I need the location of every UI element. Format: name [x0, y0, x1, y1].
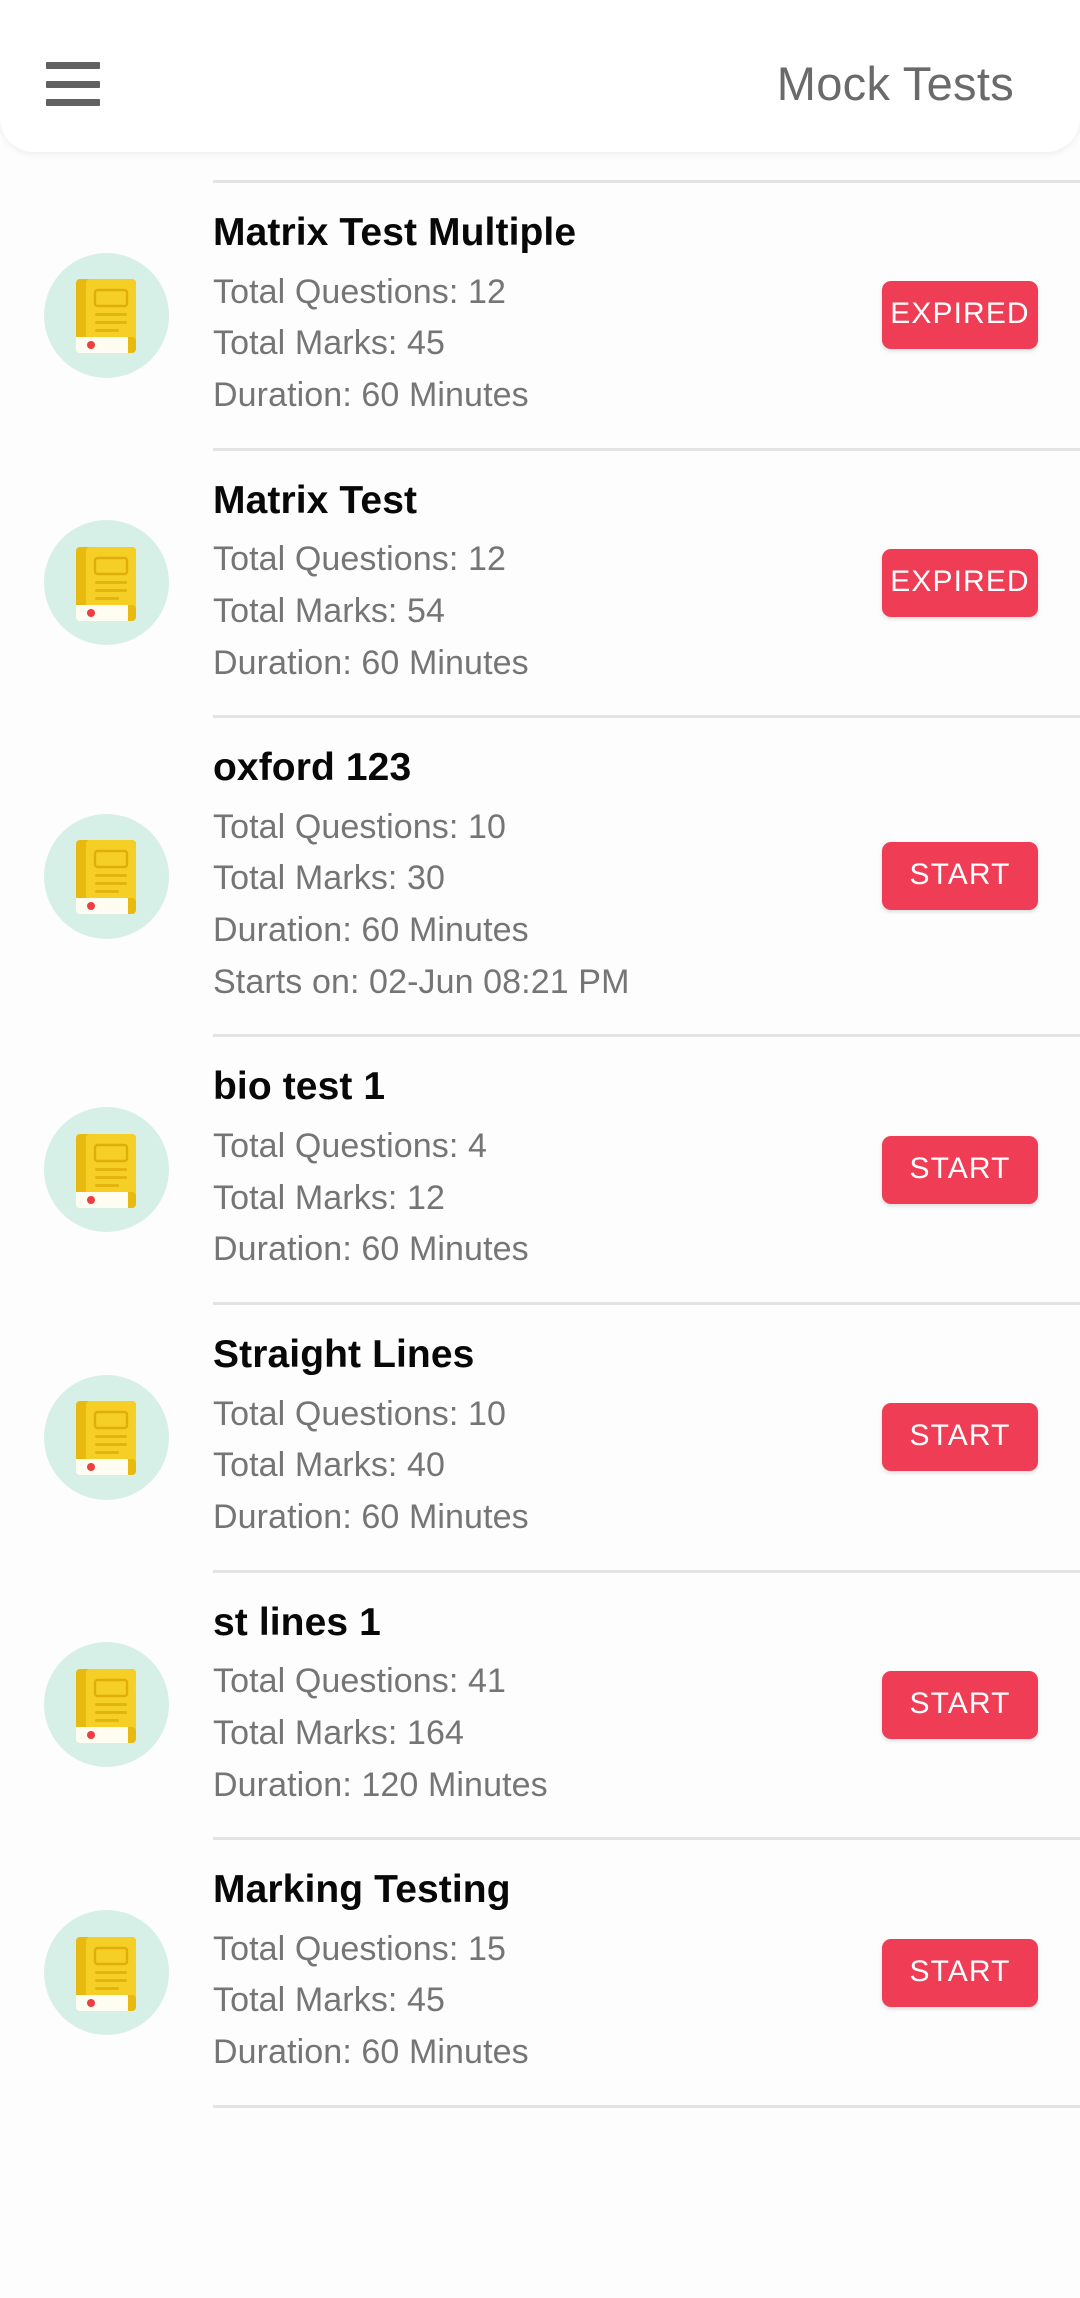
test-duration: Duration: 60 Minutes: [213, 375, 529, 414]
test-info: Straight Lines Total Questions: 10 Total…: [213, 1305, 848, 1570]
hamburger-menu-icon[interactable]: [46, 62, 100, 106]
test-info: oxford 123 Total Questions: 10 Total Mar…: [213, 718, 848, 1034]
book-icon: [75, 1936, 136, 2011]
test-action-cell: EXPIRED: [848, 281, 1080, 350]
book-icon: [75, 840, 136, 915]
test-action-button[interactable]: START: [882, 1938, 1038, 2007]
test-info: Matrix Test Total Questions: 12 Total Ma…: [213, 451, 848, 716]
table-row[interactable]: st lines 1 Total Questions: 41 Total Mar…: [0, 1573, 1080, 1838]
test-icon-cell: [0, 1107, 213, 1233]
icon-circle-background: [44, 1910, 169, 2036]
test-action-button[interactable]: EXPIRED: [882, 548, 1038, 617]
icon-circle-background: [44, 1374, 169, 1500]
test-name: bio test 1: [213, 1065, 386, 1109]
table-row[interactable]: Matrix Test Multiple Total Questions: 12…: [0, 183, 1080, 448]
test-action-cell: START: [848, 842, 1080, 911]
table-row[interactable]: bio test 1 Total Questions: 4 Total Mark…: [0, 1037, 1080, 1302]
test-action-button[interactable]: EXPIRED: [882, 281, 1038, 350]
test-total-marks: Total Marks: 12: [213, 1178, 446, 1217]
test-total-questions: Total Questions: 41: [213, 1662, 506, 1701]
hamburger-bar-1: [46, 62, 100, 69]
book-icon: [75, 1401, 136, 1476]
test-name: oxford 123: [213, 746, 412, 790]
test-action-cell: START: [848, 1670, 1080, 1739]
page-title: Mock Tests: [776, 56, 1014, 110]
hamburger-bar-3: [46, 99, 100, 106]
test-icon-cell: [0, 813, 213, 939]
table-row[interactable]: oxford 123 Total Questions: 10 Total Mar…: [0, 718, 1080, 1034]
icon-circle-background: [44, 520, 169, 646]
test-action-button[interactable]: START: [882, 1403, 1038, 1472]
test-duration: Duration: 60 Minutes: [213, 643, 529, 682]
icon-circle-background: [44, 1642, 169, 1768]
book-icon: [75, 1133, 136, 1208]
list-divider: [213, 2104, 1080, 2108]
test-total-questions: Total Questions: 4: [213, 1127, 487, 1166]
book-icon: [75, 1668, 136, 1743]
mock-test-list: Matrix Test Multiple Total Questions: 12…: [0, 152, 1080, 2108]
test-action-cell: START: [848, 1403, 1080, 1472]
icon-circle-background: [44, 1107, 169, 1233]
test-info: st lines 1 Total Questions: 41 Total Mar…: [213, 1573, 848, 1838]
icon-circle-background: [44, 813, 169, 939]
test-icon-cell: [0, 520, 213, 646]
test-duration: Duration: 60 Minutes: [213, 1497, 529, 1536]
test-total-marks: Total Marks: 45: [213, 324, 446, 363]
table-row[interactable]: Straight Lines Total Questions: 10 Total…: [0, 1305, 1080, 1570]
test-name: st lines 1: [213, 1600, 381, 1644]
app-header: Mock Tests: [0, 0, 1080, 152]
book-icon: [75, 279, 136, 354]
hamburger-bar-2: [46, 80, 100, 88]
test-duration: Duration: 60 Minutes: [213, 1230, 529, 1269]
test-total-questions: Total Questions: 12: [213, 540, 506, 579]
test-action-cell: EXPIRED: [848, 548, 1080, 617]
icon-circle-background: [44, 252, 169, 378]
test-name: Matrix Test Multiple: [213, 211, 577, 254]
test-total-questions: Total Questions: 12: [213, 272, 506, 311]
test-icon-cell: [0, 1642, 213, 1768]
test-icon-cell: [0, 1910, 213, 2036]
test-total-questions: Total Questions: 10: [213, 1394, 506, 1433]
test-total-marks: Total Marks: 40: [213, 1446, 446, 1485]
test-name: Matrix Test: [213, 478, 418, 522]
test-total-questions: Total Questions: 15: [213, 1929, 506, 1968]
test-total-marks: Total Marks: 54: [213, 591, 446, 630]
table-row[interactable]: Matrix Test Total Questions: 12 Total Ma…: [0, 451, 1080, 716]
test-total-marks: Total Marks: 164: [213, 1713, 465, 1752]
test-action-cell: START: [848, 1938, 1080, 2007]
test-starts-on: Starts on: 02-Jun 08:21 PM: [213, 962, 630, 1001]
test-icon-cell: [0, 252, 213, 378]
test-icon-cell: [0, 1374, 213, 1500]
test-info: Marking Testing Total Questions: 15 Tota…: [213, 1840, 848, 2105]
test-info: bio test 1 Total Questions: 4 Total Mark…: [213, 1037, 848, 1302]
test-duration: Duration: 60 Minutes: [213, 911, 529, 950]
test-name: Marking Testing: [213, 1868, 511, 1912]
test-name: Straight Lines: [213, 1333, 475, 1377]
test-duration: Duration: 60 Minutes: [213, 2033, 529, 2072]
test-action-cell: START: [848, 1135, 1080, 1204]
table-row[interactable]: Marking Testing Total Questions: 15 Tota…: [0, 1840, 1080, 2105]
test-info: Matrix Test Multiple Total Questions: 12…: [213, 183, 848, 448]
test-action-button[interactable]: START: [882, 842, 1038, 911]
book-icon: [75, 546, 136, 621]
test-action-button[interactable]: START: [882, 1135, 1038, 1204]
test-duration: Duration: 120 Minutes: [213, 1765, 548, 1804]
test-total-marks: Total Marks: 30: [213, 859, 446, 898]
mock-tests-screen: Mock Tests Matrix Test Multiple Total Qu…: [0, 0, 1080, 2298]
test-action-button[interactable]: START: [882, 1670, 1038, 1739]
test-total-marks: Total Marks: 45: [213, 1981, 446, 2020]
test-total-questions: Total Questions: 10: [213, 807, 506, 846]
